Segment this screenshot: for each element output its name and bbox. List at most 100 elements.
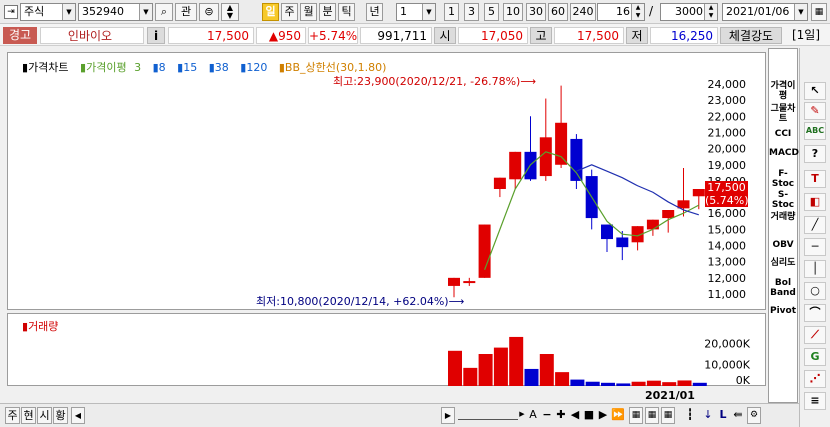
unit-60-button[interactable]: 60: [548, 3, 568, 21]
trend-line-icon[interactable]: ⟋: [804, 326, 826, 344]
y-tick-label: 16,000: [708, 207, 747, 220]
tab-week[interactable]: 주: [281, 3, 298, 21]
color-icon[interactable]: ◧: [804, 193, 826, 211]
unit-240-button[interactable]: 240: [570, 3, 596, 21]
toolbar: ⇥ 주식 ▼ 352940 ▼ ⌕ 관 ⊜ ▲ ▼ 일 주 월 분 틱 년 1 ▼…: [0, 0, 830, 24]
chevron-down-icon: ▼: [139, 4, 152, 20]
settings-icon[interactable]: ⚙: [747, 407, 761, 424]
indicator-psychology[interactable]: 심리도: [769, 258, 797, 268]
indicator-price-ma[interactable]: 가격이평: [769, 81, 797, 101]
unit-5-button[interactable]: 5: [484, 3, 499, 21]
zoom-out-icon[interactable]: −: [541, 407, 553, 424]
stack-icon[interactable]: ⊜: [199, 3, 219, 21]
cursor-icon[interactable]: ↖: [804, 82, 826, 100]
abc-icon[interactable]: ABC: [804, 122, 826, 140]
indicator-volume[interactable]: 거래량: [769, 212, 797, 222]
code-input[interactable]: 352940 ▼: [78, 3, 153, 21]
candle-icon[interactable]: ┇: [683, 407, 697, 424]
fibonacci-icon[interactable]: ≡: [804, 392, 826, 410]
grid-icon-2[interactable]: ▦: [645, 407, 659, 424]
tab-icon[interactable]: ⇥: [4, 5, 18, 19]
tab-day[interactable]: 일: [262, 3, 279, 21]
calendar-icon[interactable]: ▦: [811, 3, 827, 21]
price-chart[interactable]: 24,00023,00022,00021,00020,00019,00018,0…: [8, 53, 767, 311]
unit-value: 1: [400, 5, 407, 18]
scroll-left-button[interactable]: ◀: [71, 407, 85, 424]
zoom-slider[interactable]: [458, 411, 518, 420]
strength-button[interactable]: 체결강도: [720, 27, 782, 44]
unit-10-button[interactable]: 10: [503, 3, 523, 21]
tab-status[interactable]: 황: [53, 407, 68, 424]
scroll-right-button-2[interactable]: ▶: [518, 407, 526, 424]
prev-icon[interactable]: ◀: [569, 407, 581, 424]
eraser-icon[interactable]: ✎: [804, 102, 826, 120]
count-value: 16: [616, 5, 630, 18]
tab-stock[interactable]: 주: [5, 407, 20, 424]
fan-icon[interactable]: ⋰: [804, 370, 826, 388]
volume-bar: [463, 367, 478, 386]
volume-bar: [662, 382, 677, 386]
grid-icon-3[interactable]: ▦: [661, 407, 675, 424]
stop-icon[interactable]: ■: [583, 407, 595, 424]
volume-bar: [539, 354, 554, 386]
total-input[interactable]: 3000 ▲ ▼: [660, 3, 718, 21]
unit-3-button[interactable]: 3: [464, 3, 479, 21]
tab-year[interactable]: 년: [366, 3, 383, 21]
indicator-pivot[interactable]: Pivot: [769, 306, 797, 316]
candle-body: [616, 237, 629, 248]
volume-bar: [448, 350, 462, 386]
volume-chart[interactable]: 20,000K 10,000K 0K: [8, 314, 767, 387]
circle-icon[interactable]: ○: [804, 282, 826, 300]
y-tick-label: 15,000: [708, 223, 747, 236]
zoom-in-icon[interactable]: ✚: [555, 407, 567, 424]
scroll-right-button[interactable]: ▶: [441, 407, 455, 424]
unit-select[interactable]: 1 ▼: [396, 3, 436, 21]
gann-icon[interactable]: G: [804, 348, 826, 366]
arc-icon[interactable]: ⌒: [804, 304, 826, 322]
candle-body: [463, 281, 476, 284]
help-icon[interactable]: ?: [804, 145, 826, 163]
font-a-icon[interactable]: A: [527, 407, 539, 424]
indicator-obv[interactable]: OBV: [769, 240, 797, 250]
info-button[interactable]: i: [147, 27, 165, 44]
horizontal-line-icon[interactable]: ─: [804, 238, 826, 256]
arrow-down-icon[interactable]: ↓: [701, 407, 715, 424]
indicator-net-chart[interactable]: 그물차트: [769, 104, 797, 124]
tab-minute[interactable]: 분: [319, 3, 336, 21]
log-icon[interactable]: L: [717, 407, 729, 424]
vertical-line-icon[interactable]: │: [804, 260, 826, 278]
fast-forward-icon[interactable]: ⏩: [611, 407, 625, 424]
arrow-left-icon[interactable]: ⇚: [731, 407, 745, 424]
indicator-cci[interactable]: CCI: [769, 129, 797, 139]
tab-current[interactable]: 현: [21, 407, 36, 424]
search-button[interactable]: ⌕: [155, 3, 173, 21]
indicator-macd[interactable]: MACD: [769, 148, 799, 158]
search-icon: ⌕: [160, 5, 168, 18]
spin-icon: ▲ ▼: [631, 4, 644, 20]
volume-bar: [585, 381, 600, 386]
price-chart-panel[interactable]: ▮가격차트 ▮가격이평 3 ▮8 ▮15 ▮38 ▮120 ▮BB_상한선(30…: [7, 52, 766, 310]
tab-market[interactable]: 시: [37, 407, 52, 424]
spin-icon: ▲ ▼: [704, 4, 717, 20]
indicator-s-stoc[interactable]: S-Stoc: [769, 190, 797, 210]
next-icon[interactable]: ▶: [597, 407, 609, 424]
line-icon[interactable]: ╱: [804, 216, 826, 234]
bottom-bar: 주 현 시 황 ◀ ▶ ▶ A − ✚ ◀ ■ ▶ ⏩ ▦ ▦ ▦ ┇ ↓ L …: [0, 403, 799, 427]
count-input[interactable]: 16 ▲ ▼: [597, 3, 645, 21]
date-input[interactable]: 2021/01/06 ▼: [722, 3, 808, 21]
unit-30-button[interactable]: 30: [526, 3, 546, 21]
unit-1-button[interactable]: 1: [444, 3, 459, 21]
indicator-f-stoc[interactable]: F-Stoc: [769, 169, 797, 189]
grid-icon[interactable]: ▦: [629, 407, 643, 424]
spin-button[interactable]: ▲ ▼: [221, 3, 239, 21]
total-value: 3000: [675, 5, 703, 18]
text-icon[interactable]: T: [804, 170, 826, 188]
volume-chart-panel[interactable]: ▮거래량 20,000K 10,000K 0K: [7, 313, 767, 387]
tab-month[interactable]: 월: [300, 3, 317, 21]
tab-tick[interactable]: 틱: [338, 3, 355, 21]
indicator-bollinger[interactable]: Bol Band: [769, 278, 797, 298]
market-select[interactable]: 주식 ▼: [20, 3, 76, 21]
gwan-button[interactable]: 관: [175, 3, 197, 21]
y-tick-label: 13,000: [708, 256, 747, 269]
drawing-tools: ↖ ✎ ABC ? T ◧ ╱ ─ │ ○ ⌒ ⟋ G ⋰ ≡: [799, 48, 830, 427]
